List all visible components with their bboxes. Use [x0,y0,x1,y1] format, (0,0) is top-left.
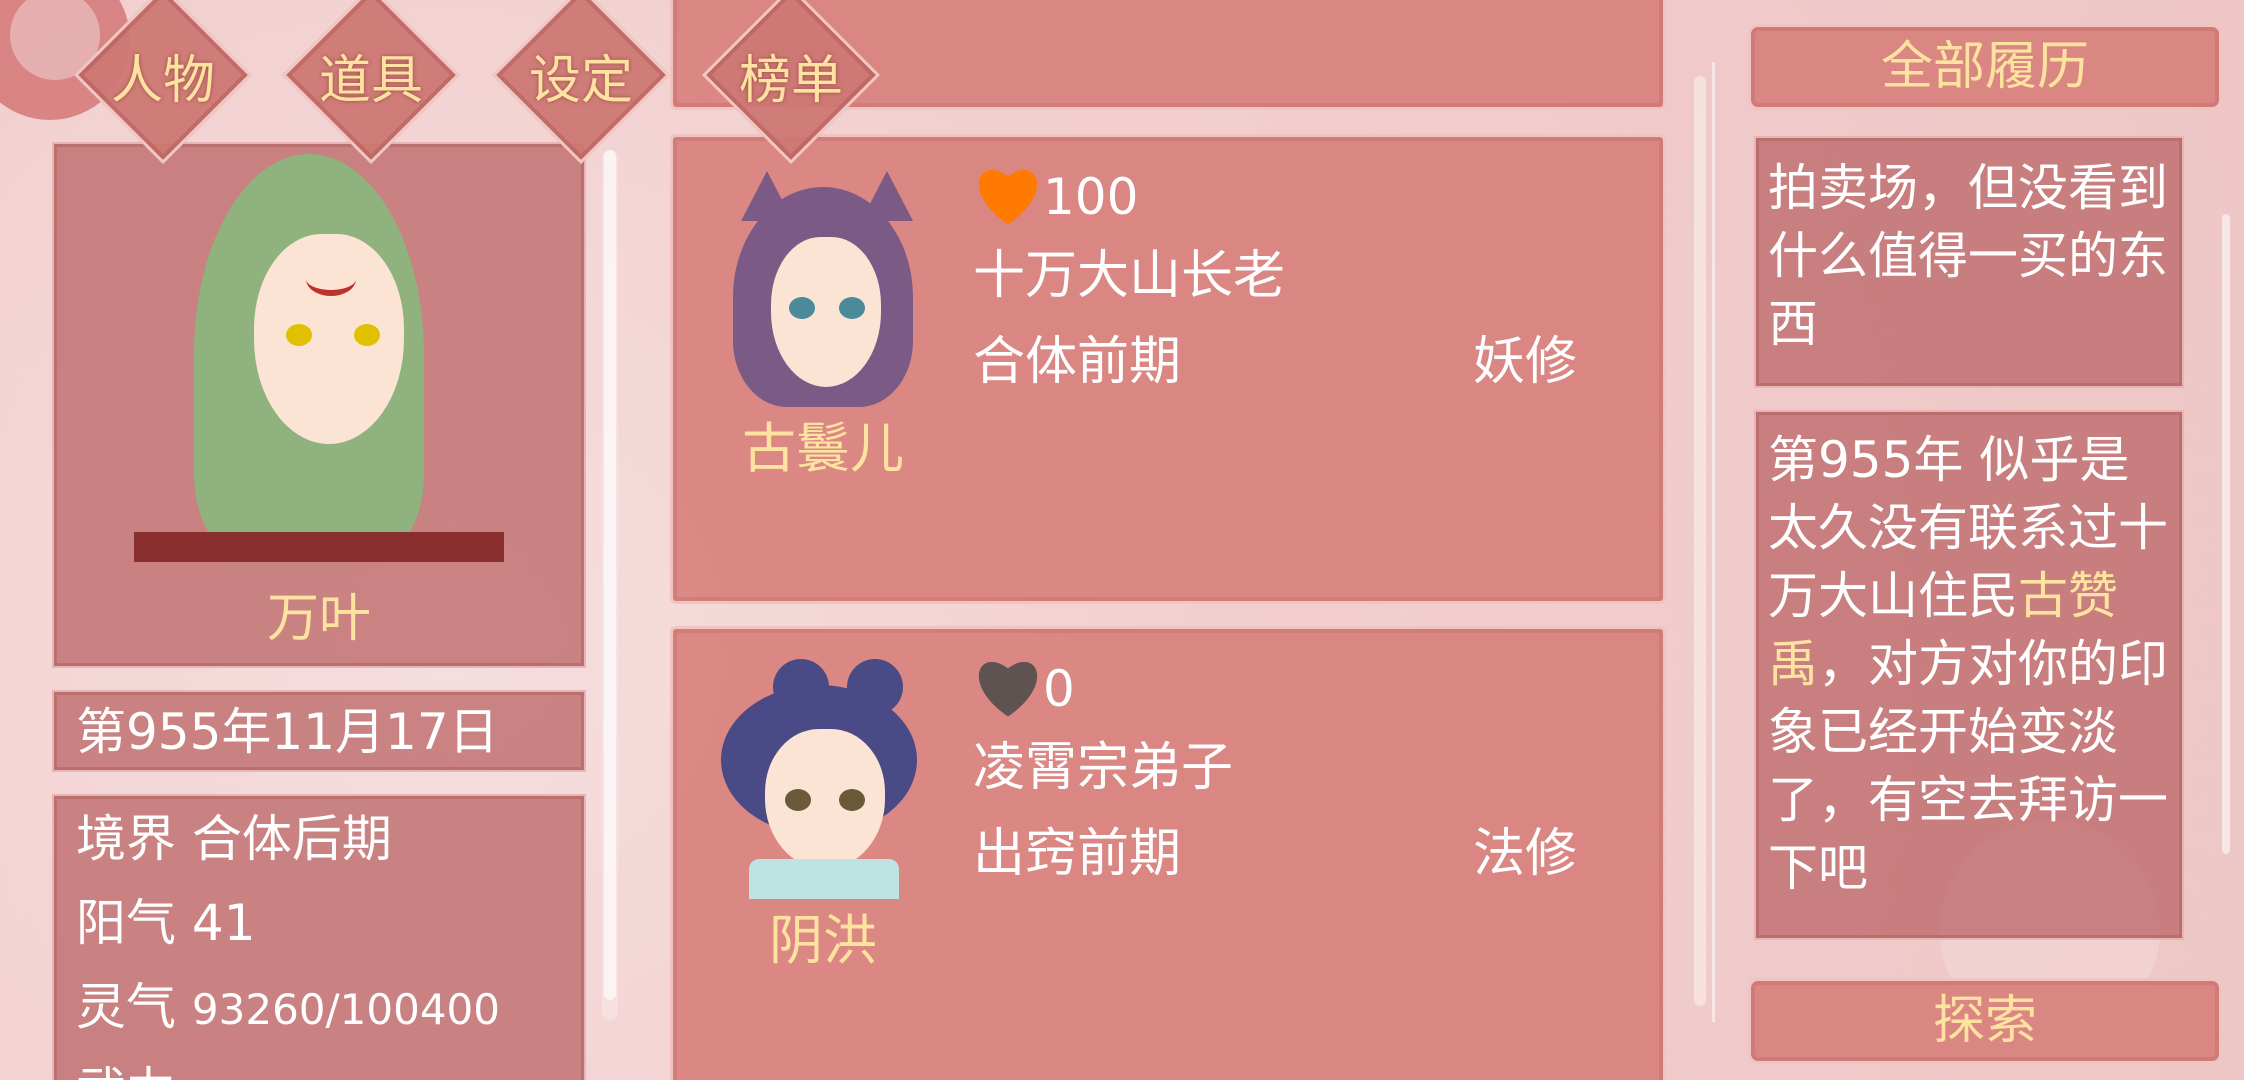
player-name: 万叶 [266,589,371,649]
middle-scroll-thumb[interactable] [1694,76,1706,1006]
character-title: 凌霄宗弟子 [973,738,1234,798]
affection-heart-icon [978,169,1038,225]
explore-button-label: 探索 [1932,991,2037,1051]
stat-qi-label: 灵气 [76,978,176,1036]
character-portrait [713,659,933,899]
tab-ranking-label: 榜单 [738,50,843,111]
character-realm: 出窍前期 [973,824,1182,884]
current-date: 第955年11月17日 [76,703,499,761]
stat-realm: 境界 合体后期 [76,804,392,874]
tab-characters[interactable]: 人物 [73,0,253,165]
character-type: 法修 [1473,824,1578,884]
history-header-label: 全部履历 [1880,37,2089,97]
tab-characters-label: 人物 [110,50,215,111]
history-entry: 拍卖场，但没看到什么值得一买的东西 [1754,136,2184,388]
date-panel: 第955年11月17日 [52,690,586,772]
affection-heart-shape [978,661,1038,717]
character-type: 妖修 [1473,332,1578,392]
affection-value: 0 [1043,660,1075,718]
stat-qi-value: 93260/100400 [191,985,500,1034]
history-entry-text: 拍卖场，但没看到什么值得一买的东西 [1768,159,2168,353]
character-name: 古鬟儿 [742,417,904,480]
affection-heart-icon [978,661,1038,717]
stat-yang-value: 41 [191,894,256,952]
tab-settings-label: 设定 [528,50,633,111]
history-scroll-thumb[interactable] [2222,214,2230,854]
explore-button[interactable]: 探索 [1748,978,2222,1064]
history-header-button[interactable]: 全部履历 [1748,24,2222,110]
history-entry: 第955年 似乎是太久没有联系过十万大山住民古赞禹，对方对你的印象已经开始变淡了… [1754,410,2184,940]
character-realm: 合体前期 [973,332,1182,392]
character-card[interactable]: 古鬟儿 100 十万大山长老 合体前期 妖修 [670,134,1666,604]
stat-yang-label: 阳气 [76,894,176,952]
left-scroll-thumb[interactable] [604,150,616,1000]
tab-items[interactable]: 道具 [281,0,461,165]
stat-realm-value: 合体后期 [191,810,392,868]
stat-realm-label: 境界 [76,810,176,868]
player-stats-panel: 境界 合体后期 阳气 41 灵气 93260/100400 武力 [52,794,586,1080]
stat-qi: 灵气 93260/100400 [76,972,500,1045]
tab-settings[interactable]: 设定 [491,0,671,165]
player-portrait-panel: 万叶 [52,142,586,668]
stat-yang: 阳气 41 [76,888,256,958]
player-portrait[interactable] [114,144,524,562]
tab-items-label: 道具 [318,50,423,111]
middle-scrollbar-line [1712,62,1715,1022]
character-title: 十万大山长老 [973,246,1286,306]
affection-value: 100 [1043,168,1139,226]
stat-partial: 武力 [76,1056,176,1080]
history-text-after: ，对方对你的印象已经开始变淡了，有空去拜访一下吧 [1768,635,2168,897]
tab-ranking[interactable]: 榜单 [701,0,881,165]
character-card[interactable]: 阴洪 0 凌霄宗弟子 出窍前期 法修 [670,626,1666,1080]
character-name: 阴洪 [769,909,877,972]
character-portrait [713,167,933,407]
affection-heart-shape [978,169,1038,225]
history-entry-text: 第955年 似乎是太久没有联系过十万大山住民古赞禹，对方对你的印象已经开始变淡了… [1768,426,2168,902]
